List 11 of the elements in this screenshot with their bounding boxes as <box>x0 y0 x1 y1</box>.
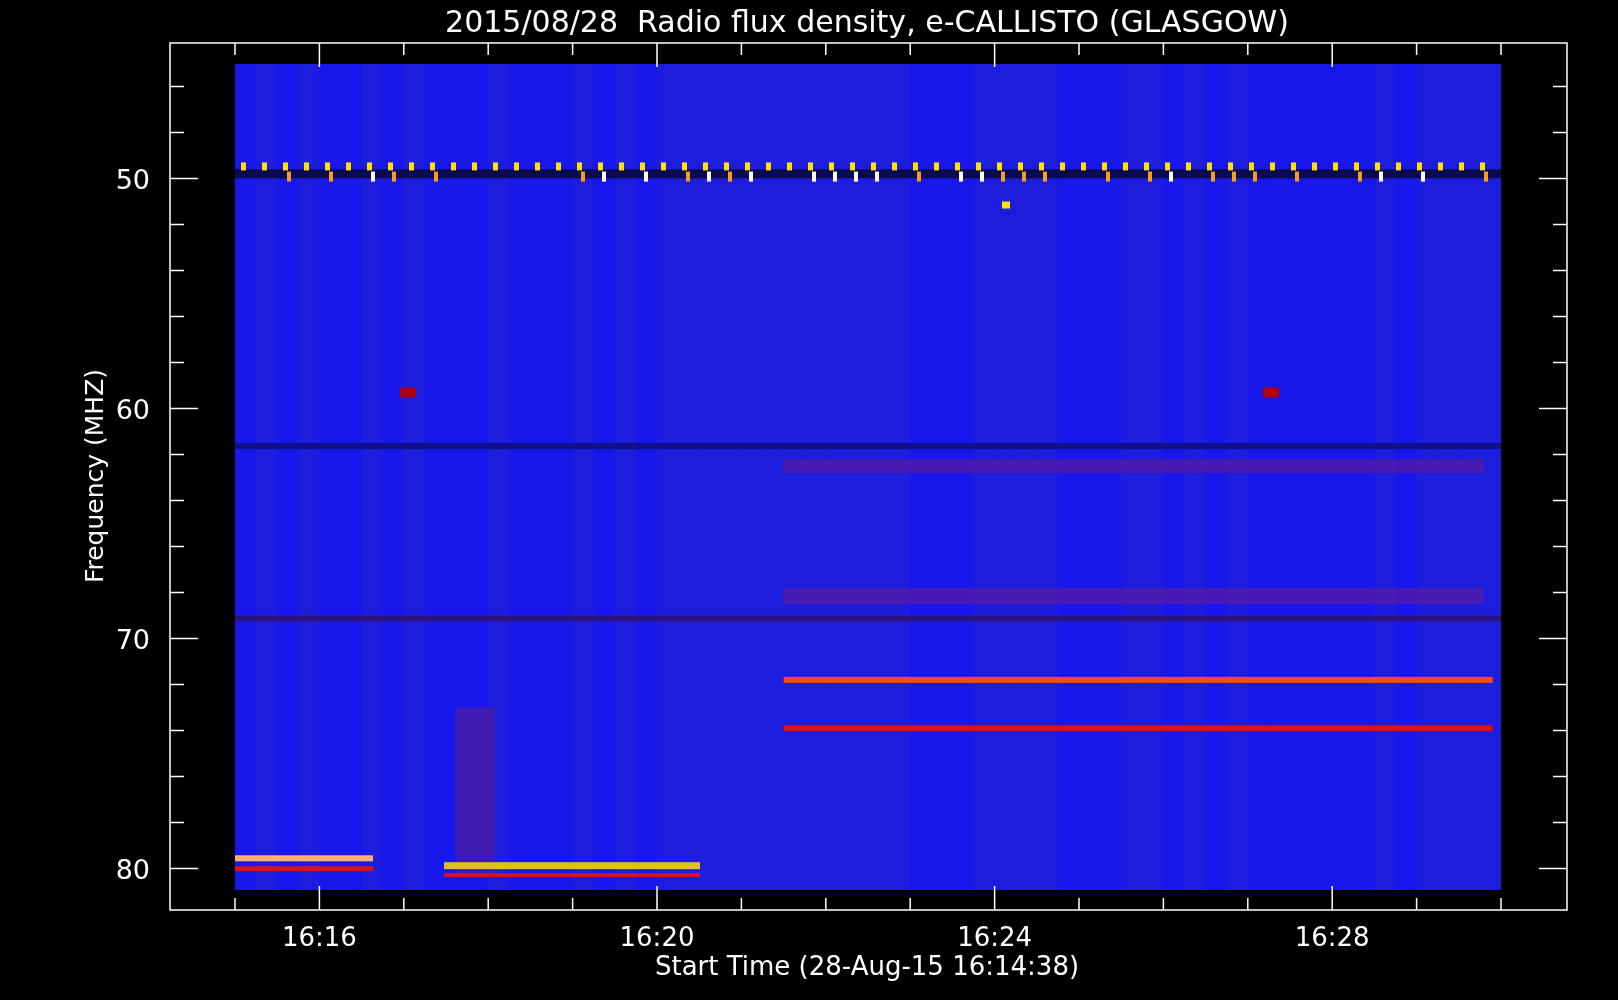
y-tick-label: 70 <box>115 623 150 655</box>
x-axis-label: Start Time (28-Aug-15 16:14:38) <box>654 951 1080 981</box>
chart-title: 2015/08/28 Radio flux density, e-CALLISTO (GLASGOW) <box>445 4 1289 39</box>
x-tick-label: 16:28 <box>1294 922 1370 952</box>
y-tick-label: 50 <box>115 163 150 195</box>
x-tick-label: 16:24 <box>957 922 1033 952</box>
y-axis-label: Frequency (MHZ) <box>80 368 109 584</box>
x-tick-label: 16:20 <box>619 922 695 952</box>
x-tick-label: 16:16 <box>281 922 357 952</box>
y-tick-label: 60 <box>115 393 150 425</box>
y-tick-label: 80 <box>115 853 150 885</box>
